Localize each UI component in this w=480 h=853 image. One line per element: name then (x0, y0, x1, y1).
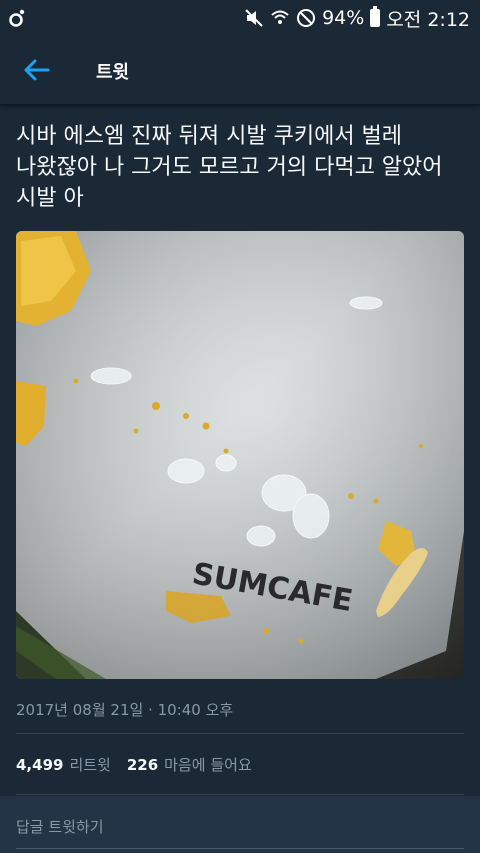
divider (16, 794, 464, 795)
like-count[interactable]: 226 (127, 756, 158, 774)
divider (16, 733, 464, 734)
top-app-bar: 트윗 (0, 36, 480, 105)
photo-image: SUMCAFE (16, 231, 464, 679)
battery-icon (370, 6, 381, 27)
arrow-left-icon[interactable] (22, 56, 52, 84)
reply-bar: 답글 트윗하기 (0, 796, 480, 853)
retweet-label[interactable]: 리트윗 (69, 754, 110, 775)
wifi-icon (271, 10, 289, 24)
mute-vibrate-icon (245, 9, 263, 27)
tweet-timestamp: 2017년 08월 21일 · 10:40 오후 (16, 701, 234, 719)
tweet-photo[interactable]: SUMCAFE (16, 231, 464, 679)
status-bar: 94% 오전 2:12 (0, 0, 480, 36)
do-not-disturb-icon (297, 9, 316, 27)
like-label[interactable]: 마음에 들어요 (164, 754, 252, 775)
app-logo-icon (9, 9, 25, 27)
tweet-stats: 4,499 리트윗 226 마음에 들어요 (16, 754, 262, 775)
battery-percent: 94% (322, 7, 365, 29)
clock: 오전 2:12 (386, 8, 470, 31)
tweet-text: 시바 에스엠 진짜 뒤져 시발 쿠키에서 벌레 나왔잖아 나 그거도 모르고 거… (16, 124, 443, 211)
page-title: 트윗 (96, 62, 130, 83)
reply-underline (16, 848, 464, 849)
retweet-count[interactable]: 4,499 (16, 756, 63, 774)
reply-input[interactable]: 답글 트윗하기 (16, 816, 104, 837)
